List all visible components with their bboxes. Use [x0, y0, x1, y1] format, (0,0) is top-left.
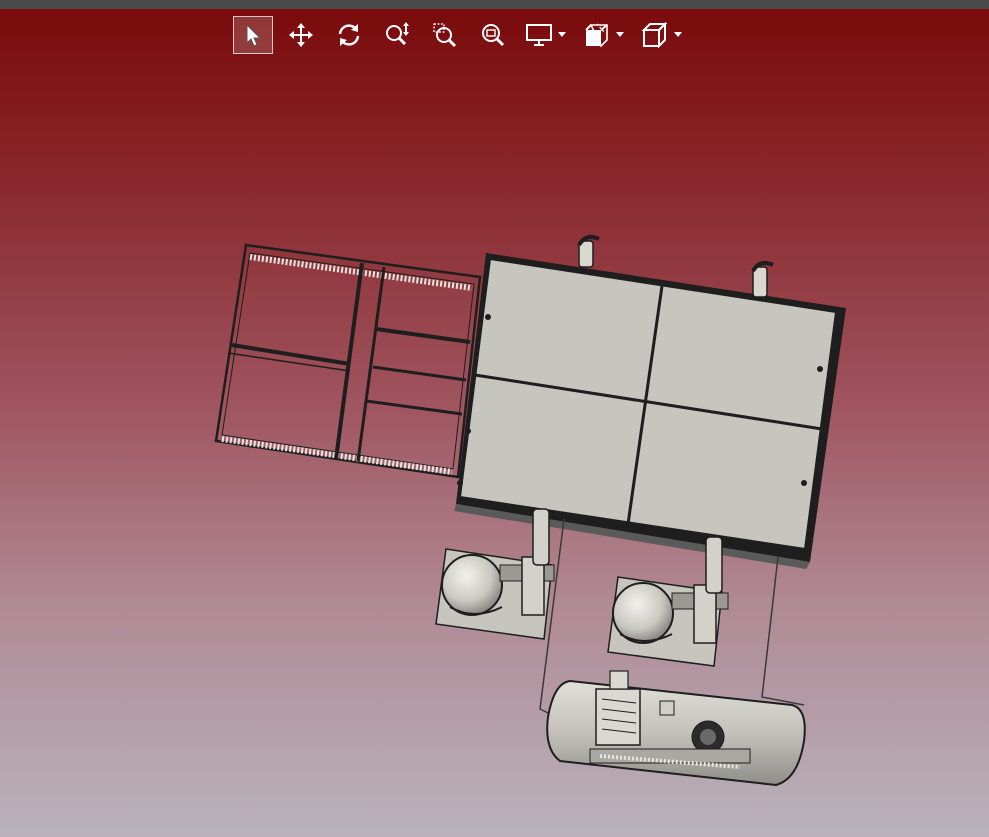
section-view-icon — [585, 23, 608, 48]
compressor-tank[interactable] — [546, 670, 806, 787]
zoom-area-icon — [433, 23, 457, 48]
move-arrows-icon — [289, 23, 313, 47]
zoom-fit-icon — [482, 24, 505, 47]
cube-icon — [641, 22, 668, 48]
pump-unit-left[interactable] — [435, 508, 555, 640]
arrow-pointer-icon — [246, 23, 262, 47]
select-tool-button[interactable] — [233, 16, 273, 54]
section-view-button[interactable] — [579, 16, 615, 54]
chevron-down-icon[interactable] — [557, 30, 567, 40]
zoom-to-area-tool-button[interactable] — [425, 16, 465, 54]
chevron-down-icon[interactable] — [615, 30, 625, 40]
open-frame[interactable] — [214, 243, 482, 479]
zoom-in-out-tool-button[interactable] — [377, 16, 417, 54]
window-top-strip — [0, 0, 989, 9]
zoom-to-fit-tool-button[interactable] — [473, 16, 513, 54]
monitor-icon — [526, 24, 552, 46]
pan-tool-button[interactable] — [281, 16, 321, 54]
zoom-in-out-icon — [386, 22, 409, 46]
graphics-viewport[interactable] — [0, 9, 989, 837]
display-style-dropdown[interactable] — [521, 16, 567, 54]
chevron-down-icon[interactable] — [673, 30, 683, 40]
rotate-tool-button[interactable] — [329, 16, 369, 54]
display-style-button[interactable] — [521, 16, 557, 54]
view-toolbar — [233, 15, 695, 55]
assembly-model[interactable] — [0, 9, 989, 837]
view-orientation-dropdown[interactable] — [637, 16, 683, 54]
section-view-dropdown[interactable] — [579, 16, 625, 54]
view-orientation-button[interactable] — [637, 16, 673, 54]
pump-unit-right[interactable] — [607, 536, 729, 667]
panel-enclosure[interactable] — [454, 253, 846, 569]
rotate-icon — [338, 24, 360, 46]
